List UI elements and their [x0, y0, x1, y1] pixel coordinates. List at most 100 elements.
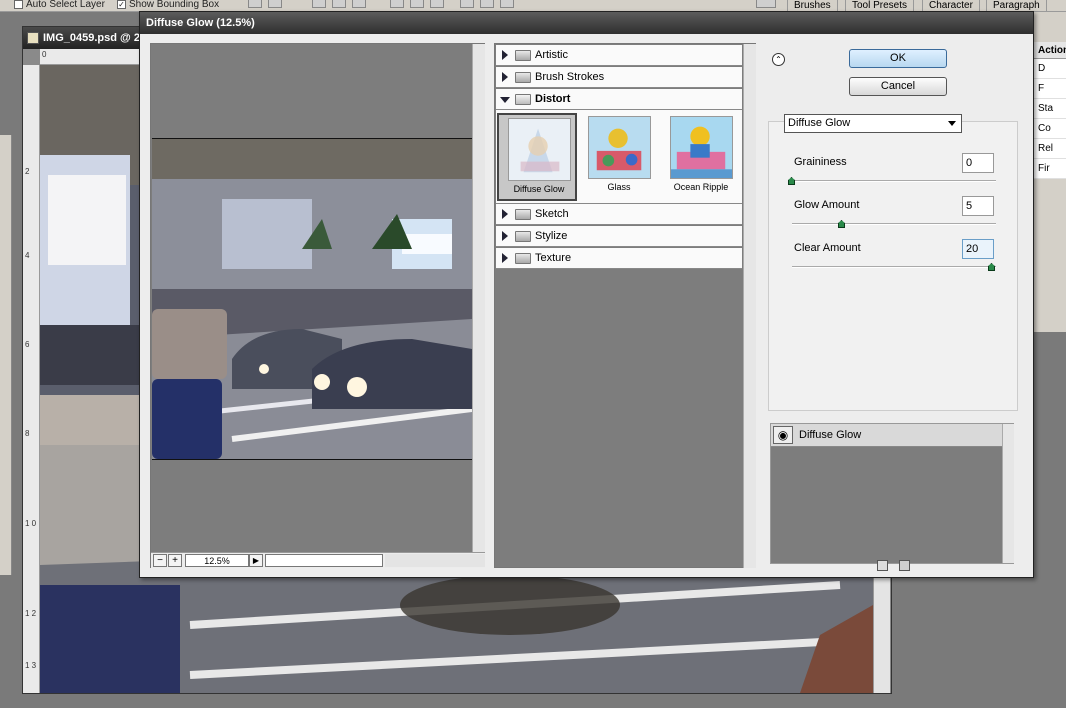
filter-list-scrollbar[interactable] [743, 44, 756, 568]
glow-amount-label: Glow Amount [794, 199, 860, 211]
ruler-number: 1 0 [25, 519, 37, 528]
align-center-icon[interactable] [332, 0, 346, 8]
effect-layer-name: Diffuse Glow [799, 429, 862, 441]
diffuse-glow-thumbnail [508, 118, 571, 181]
category-stylize[interactable]: Stylize [496, 226, 742, 247]
preview-image[interactable] [152, 138, 472, 460]
expand-icon [502, 209, 508, 219]
filter-thumb-glass[interactable]: Glass [579, 113, 659, 201]
align-top-icon[interactable] [248, 0, 262, 8]
preview-pane[interactable]: − + 12.5% ▶ [150, 43, 485, 568]
distribute-left-icon[interactable] [460, 0, 474, 8]
ruler-number: 1 2 [25, 609, 37, 618]
folder-icon [515, 209, 531, 220]
filter-thumb-diffuse-glow[interactable]: Diffuse Glow [497, 113, 577, 201]
ruler-number: 0 [42, 50, 47, 59]
distribute-center-icon[interactable] [480, 0, 494, 8]
ok-button[interactable]: OK [849, 49, 947, 68]
category-label: Stylize [535, 230, 568, 242]
filter-thumb-ocean-ripple[interactable]: Ocean Ripple [661, 113, 741, 201]
folder-icon [515, 231, 531, 242]
preview-zoom-bar: − + 12.5% ▶ [151, 552, 485, 568]
effect-layers-scrollbar[interactable] [1002, 424, 1014, 563]
distribute-middle-icon[interactable] [410, 0, 424, 8]
category-label: Texture [535, 252, 572, 264]
show-bounding-box-label: Show Bounding Box [129, 0, 220, 10]
effect-layers-list: ◉ Diffuse Glow [770, 423, 1014, 564]
collapse-gallery-icon[interactable]: ⌃ [772, 53, 785, 66]
open-folder-icon [515, 94, 531, 105]
clear-amount-label: Clear Amount [794, 242, 861, 254]
filter-select[interactable]: Diffuse Glow [784, 114, 962, 133]
glow-amount-slider[interactable] [792, 223, 996, 225]
distort-thumbnails: Diffuse Glow Glass Ocean Ripple [496, 110, 742, 204]
auto-select-layer-checkbox[interactable]: Auto Select Layer [14, 0, 105, 11]
align-middle-icon[interactable] [268, 0, 282, 8]
toolbox [0, 135, 12, 575]
category-distort[interactable]: Distort [496, 89, 742, 110]
filter-gallery-dialog: Diffuse Glow (12.5%) − + 12.5% ▶ Artisti… [139, 11, 1034, 578]
ocean-ripple-thumbnail [670, 116, 733, 179]
distribute-right-icon[interactable] [500, 0, 514, 8]
folder-icon [515, 50, 531, 61]
action-item[interactable]: Rel [1034, 139, 1066, 159]
category-label: Brush Strokes [535, 71, 605, 83]
action-item[interactable]: Sta [1034, 99, 1066, 119]
ruler-number: 8 [25, 429, 30, 438]
clear-amount-input[interactable]: 20 [962, 239, 994, 259]
filter-name: Glass [607, 182, 631, 192]
preview-vertical-scrollbar[interactable] [472, 44, 485, 552]
visibility-eye-icon[interactable]: ◉ [773, 426, 793, 444]
graininess-slider[interactable] [792, 180, 996, 182]
distribute-bottom-icon[interactable] [430, 0, 444, 8]
graininess-label: Graininess [794, 156, 847, 168]
cancel-button[interactable]: Cancel [849, 77, 947, 96]
ruler-number: 2 [25, 167, 30, 176]
new-effect-layer-icon[interactable] [877, 560, 888, 571]
category-brush-strokes[interactable]: Brush Strokes [496, 67, 742, 88]
align-left-icon[interactable] [312, 0, 326, 8]
delete-effect-layer-icon[interactable] [899, 560, 910, 571]
preview-street-photo [152, 139, 472, 459]
expand-icon [502, 253, 508, 263]
expand-icon [502, 72, 508, 82]
filter-name: Ocean Ripple [673, 182, 729, 192]
action-item[interactable]: D [1034, 59, 1066, 79]
filter-list: Artistic Brush Strokes Distort Diffuse G… [494, 43, 756, 568]
zoom-level[interactable]: 12.5% [185, 554, 249, 567]
effect-layer-row[interactable]: ◉ Diffuse Glow [771, 424, 1002, 447]
action-item[interactable]: F [1034, 79, 1066, 99]
document-icon [27, 32, 39, 44]
action-item[interactable]: Fir [1034, 159, 1066, 179]
category-texture[interactable]: Texture [496, 248, 742, 269]
ruler-number: 1 3 [25, 661, 37, 670]
dialog-title[interactable]: Diffuse Glow (12.5%) [140, 12, 1033, 34]
folder-icon [515, 72, 531, 83]
category-label: Distort [535, 93, 571, 105]
graininess-input[interactable]: 0 [962, 153, 994, 173]
preview-status-field [265, 554, 383, 567]
expand-icon [502, 50, 508, 60]
filter-name: Diffuse Glow [513, 184, 565, 194]
zoom-out-button[interactable]: − [153, 554, 167, 567]
vertical-ruler: 2 4 6 8 1 0 1 2 1 3 [23, 65, 40, 693]
category-sketch[interactable]: Sketch [496, 204, 742, 225]
distribute-top-icon[interactable] [390, 0, 404, 8]
zoom-menu-icon[interactable]: ▶ [249, 554, 263, 567]
align-right-icon[interactable] [352, 0, 366, 8]
ruler-number: 6 [25, 340, 30, 349]
category-artistic[interactable]: Artistic [496, 45, 742, 66]
action-item[interactable]: Co [1034, 119, 1066, 139]
palette-well-icon[interactable] [756, 0, 776, 8]
settings-pane: ⌃ OK Cancel Diffuse Glow Graininess 0 Gl… [766, 43, 1024, 571]
preview-horizontal-scrollbar[interactable] [385, 554, 485, 567]
glass-thumbnail [588, 116, 651, 179]
clear-amount-slider[interactable] [792, 266, 996, 268]
category-label: Artistic [535, 49, 568, 61]
actions-panel-title[interactable]: Actions [1034, 42, 1066, 59]
auto-select-layer-label: Auto Select Layer [26, 0, 105, 10]
ruler-number: 4 [25, 251, 30, 260]
expand-icon [502, 231, 508, 241]
glow-amount-input[interactable]: 5 [962, 196, 994, 216]
zoom-in-button[interactable]: + [168, 554, 182, 567]
